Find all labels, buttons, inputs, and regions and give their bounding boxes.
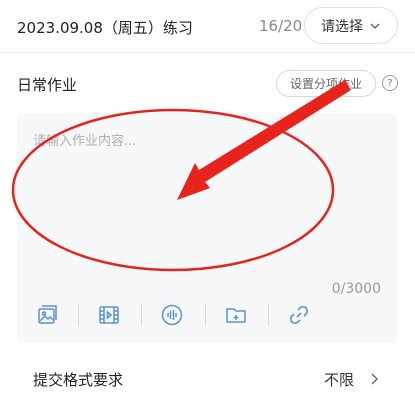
help-icon[interactable]: ?	[382, 75, 398, 91]
link-icon[interactable]	[285, 301, 313, 329]
content-char-counter: 0/3000	[331, 281, 381, 297]
title-char-counter: 16/20	[259, 17, 303, 35]
select-dropdown-label: 请选择	[321, 18, 363, 35]
toolbar-divider	[141, 304, 142, 326]
editor-placeholder: 请输入作业内容...	[33, 134, 137, 149]
submission-format-label: 提交格式要求	[33, 371, 124, 389]
toolbar-divider	[205, 304, 206, 326]
select-dropdown-button[interactable]: 请选择	[304, 7, 398, 44]
toolbar-divider	[78, 304, 79, 326]
split-homework-button[interactable]: 设置分项作业	[276, 70, 376, 97]
audio-icon[interactable]	[158, 301, 186, 329]
submission-format-value: 不限	[324, 371, 355, 389]
chevron-right-icon	[371, 373, 378, 385]
folder-icon[interactable]	[222, 301, 250, 329]
daily-homework-label: 日常作业	[17, 76, 78, 94]
chevron-down-icon	[370, 23, 380, 29]
exercise-title: 2023.09.08（周五）练习	[17, 19, 193, 37]
header-row: 2023.09.08（周五）练习 16/20 请选择	[0, 0, 415, 53]
attachment-toolbar	[17, 296, 397, 336]
submission-format-row[interactable]: 提交格式要求 不限	[0, 355, 415, 403]
toolbar-divider	[268, 304, 269, 326]
split-homework-label: 设置分项作业	[289, 77, 362, 91]
help-icon-glyph: ?	[387, 77, 393, 89]
video-icon[interactable]	[95, 301, 123, 329]
image-icon[interactable]	[33, 301, 61, 329]
